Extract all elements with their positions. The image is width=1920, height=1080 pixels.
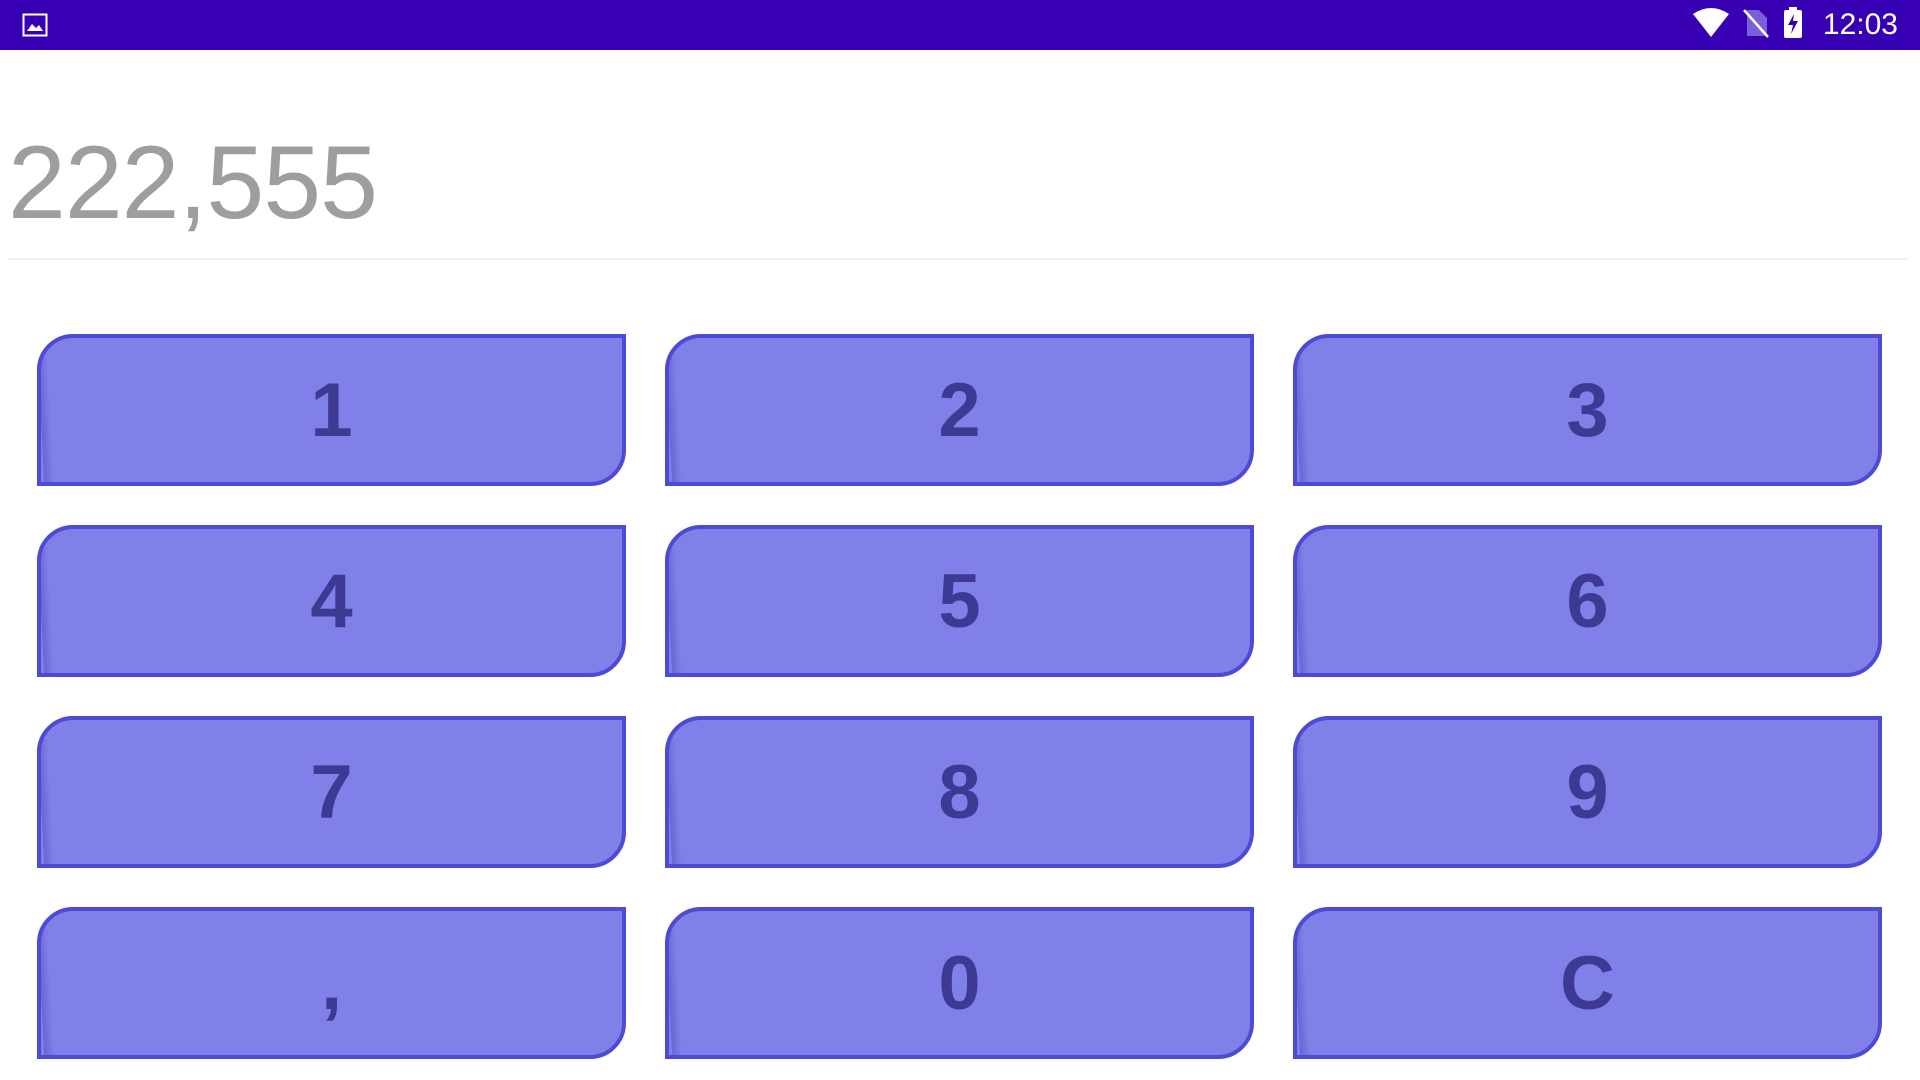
- key-1[interactable]: 1: [37, 334, 626, 486]
- wifi-icon: [1692, 7, 1729, 43]
- keypad: 1 2 3 4 5 6 7 8 9 , 0 C: [37, 334, 1883, 1062]
- key-label: 3: [1566, 367, 1609, 453]
- key-label: 7: [310, 749, 353, 835]
- battery-charging-icon: [1783, 6, 1803, 44]
- key-label: 0: [938, 940, 981, 1026]
- key-label: 4: [310, 558, 353, 644]
- key-label: C: [1560, 940, 1615, 1026]
- display-value: 222,555: [8, 125, 378, 241]
- key-2[interactable]: 2: [665, 334, 1254, 486]
- key-6[interactable]: 6: [1293, 525, 1882, 677]
- key-9[interactable]: 9: [1293, 716, 1882, 868]
- key-label: 5: [938, 558, 981, 644]
- image-icon: [22, 13, 48, 37]
- key-label: 9: [1566, 749, 1609, 835]
- key-comma[interactable]: ,: [37, 907, 626, 1059]
- key-label: ,: [320, 940, 343, 1026]
- key-label: 8: [938, 749, 981, 835]
- status-icons: 12:03: [1692, 0, 1898, 50]
- key-0[interactable]: 0: [665, 907, 1254, 1059]
- key-clear[interactable]: C: [1293, 907, 1882, 1059]
- status-bar: 12:03: [0, 0, 1920, 50]
- key-4[interactable]: 4: [37, 525, 626, 677]
- key-label: 6: [1566, 558, 1609, 644]
- key-8[interactable]: 8: [665, 716, 1254, 868]
- key-5[interactable]: 5: [665, 525, 1254, 677]
- clock-time: 12:03: [1822, 8, 1898, 41]
- key-3[interactable]: 3: [1293, 334, 1882, 486]
- key-label: 1: [310, 367, 353, 453]
- key-7[interactable]: 7: [37, 716, 626, 868]
- no-sim-icon: [1742, 8, 1769, 43]
- key-label: 2: [938, 367, 981, 453]
- calculator-display: 222,555: [8, 118, 1908, 260]
